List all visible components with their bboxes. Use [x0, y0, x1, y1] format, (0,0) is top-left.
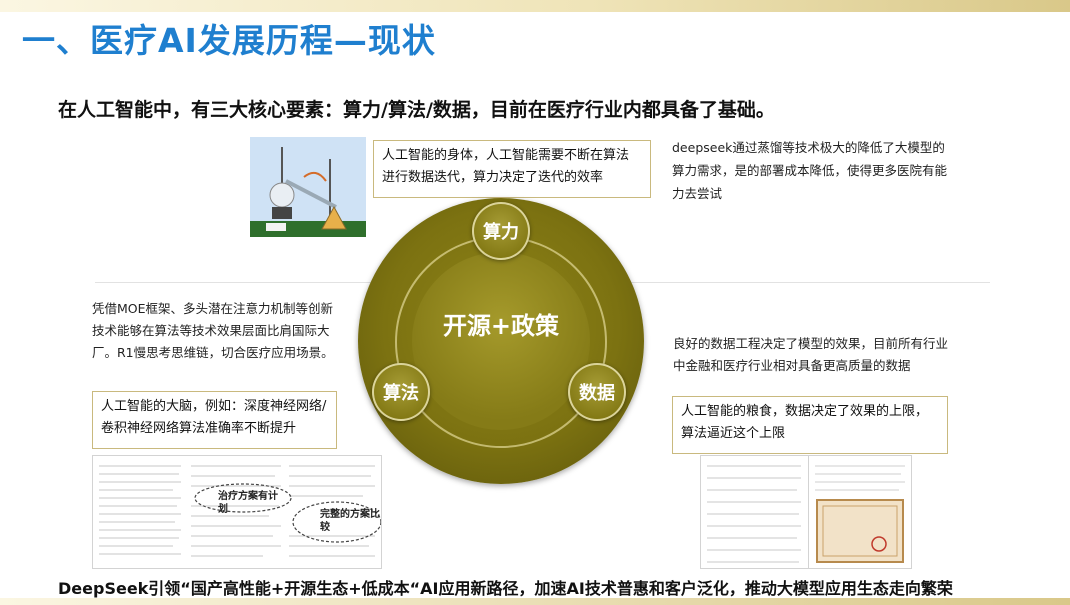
data-description-box: 人工智能的粮食，数据决定了效果的上限，算法逼近这个上限 — [672, 396, 948, 454]
data-note: 良好的数据工程决定了模型的效果，目前所有行业中金融和医疗行业相对具备更高质量的数… — [673, 336, 949, 373]
node-compute: 算力 — [472, 202, 530, 260]
data-list-document-image — [700, 455, 810, 569]
node-data: 数据 — [568, 363, 626, 421]
page-subtitle: 在人工智能中，有三大核心要素：算力/算法/数据，目前在医疗行业内都具备了基础。 — [58, 99, 775, 121]
certificate-document-image — [808, 455, 912, 569]
algorithm-note: 凭借MOE框架、多头潜在注意力机制等创新技术能够在算法等技术效果层面比肩国际大厂… — [92, 301, 334, 360]
node-algorithm: 算法 — [372, 363, 430, 421]
algorithm-description-box: 人工智能的大脑，例如：深度神经网络/卷积神经网络算法准确率不断提升 — [92, 391, 337, 449]
page-title: 一、医疗AI发展历程—现状 — [22, 21, 436, 60]
bottom-decor-bar — [0, 598, 1070, 605]
core-inner-circle — [412, 252, 590, 430]
doc-annotation-compare: 完整的方案比较 — [320, 509, 380, 533]
compute-note: deepseek通过蒸馏等技术极大的降低了大模型的算力需求，是的部署成本降低，使… — [672, 140, 948, 201]
compute-description-box: 人工智能的身体，人工智能需要不断在算法 进行数据迭代，算力决定了迭代的效率 — [373, 140, 651, 198]
center-label: 开源+政策 — [442, 312, 560, 340]
distillation-apparatus-image — [250, 137, 366, 237]
doc-annotation-plan: 治疗方案有计划 — [218, 491, 278, 515]
top-decor-bar — [0, 0, 1070, 12]
footer-statement: DeepSeek引领“国产高性能+开源生态+低成本“AI应用新路径，加速AI技术… — [58, 579, 953, 598]
